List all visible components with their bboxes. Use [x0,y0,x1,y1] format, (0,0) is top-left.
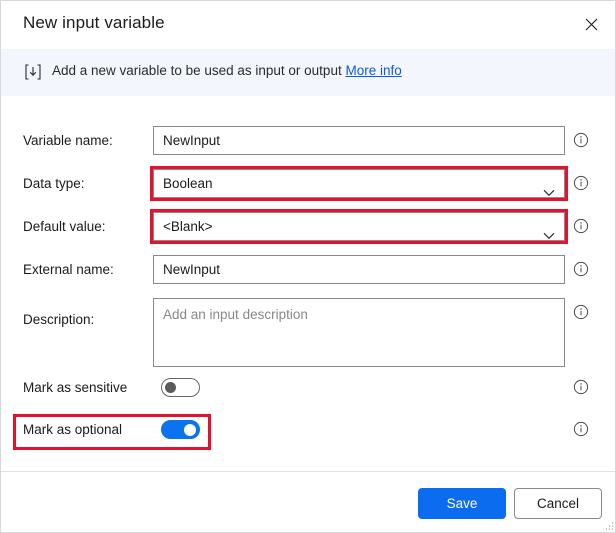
label-description: Description: [23,312,95,327]
data-type-value: Boolean [163,176,213,191]
download-input-glyph [25,64,41,80]
info-circle-glyph [573,261,589,277]
info-circle-glyph [573,175,589,191]
resize-grip-icon[interactable] [604,521,614,531]
label-mark-as-sensitive: Mark as sensitive [23,380,128,395]
info-circle-glyph [573,218,589,234]
label-mark-as-optional: Mark as optional [23,422,123,437]
dialog-titlebar: New input variable [1,1,615,49]
dialog-body: Variable name: NewInput Data type: Boole… [1,96,615,471]
dialog-footer: Save Cancel [1,472,615,532]
chevron-down-icon [543,222,555,249]
default-value-dropdown[interactable]: <Blank> [153,212,565,241]
chevron-down-icon [543,179,555,206]
info-icon-mark-as-optional[interactable] [573,421,589,437]
info-icon-description[interactable] [573,304,589,320]
more-info-link[interactable]: More info [345,63,401,78]
close-x-glyph [585,18,597,30]
info-icon-external-name[interactable] [573,261,589,277]
toggle-knob [184,424,196,436]
description-textarea[interactable]: Add an input description [153,298,565,367]
new-input-variable-dialog: New input variable Add a new variable to… [0,0,616,533]
data-type-dropdown[interactable]: Boolean [153,169,565,198]
info-icon-default-value[interactable] [573,218,589,234]
label-variable-name: Variable name: [23,133,113,148]
label-external-name: External name: [23,262,114,277]
info-circle-glyph [573,304,589,320]
cancel-button[interactable]: Cancel [514,488,602,519]
close-icon[interactable] [571,7,611,41]
variable-name-input[interactable]: NewInput [153,126,565,155]
info-icon-data-type[interactable] [573,175,589,191]
info-circle-glyph [573,421,589,437]
mark-as-sensitive-toggle[interactable] [161,378,200,397]
info-circle-glyph [573,379,589,395]
default-value-value: <Blank> [163,219,213,234]
chevron-down-glyph [543,232,555,240]
info-banner-message: Add a new variable to be used as input o… [52,63,342,78]
info-circle-glyph [573,132,589,148]
toggle-knob [165,382,176,393]
label-default-value: Default value: [23,219,106,234]
external-name-input[interactable]: NewInput [153,255,565,284]
download-input-icon [22,61,44,83]
info-icon-variable-name[interactable] [573,132,589,148]
save-button[interactable]: Save [418,488,506,519]
chevron-down-glyph [543,189,555,197]
info-banner: Add a new variable to be used as input o… [1,49,615,96]
mark-as-optional-toggle[interactable] [161,420,200,439]
dialog-title: New input variable [23,13,165,32]
label-data-type: Data type: [23,176,85,191]
info-banner-text: Add a new variable to be used as input o… [52,63,402,78]
info-icon-mark-as-sensitive[interactable] [573,379,589,395]
